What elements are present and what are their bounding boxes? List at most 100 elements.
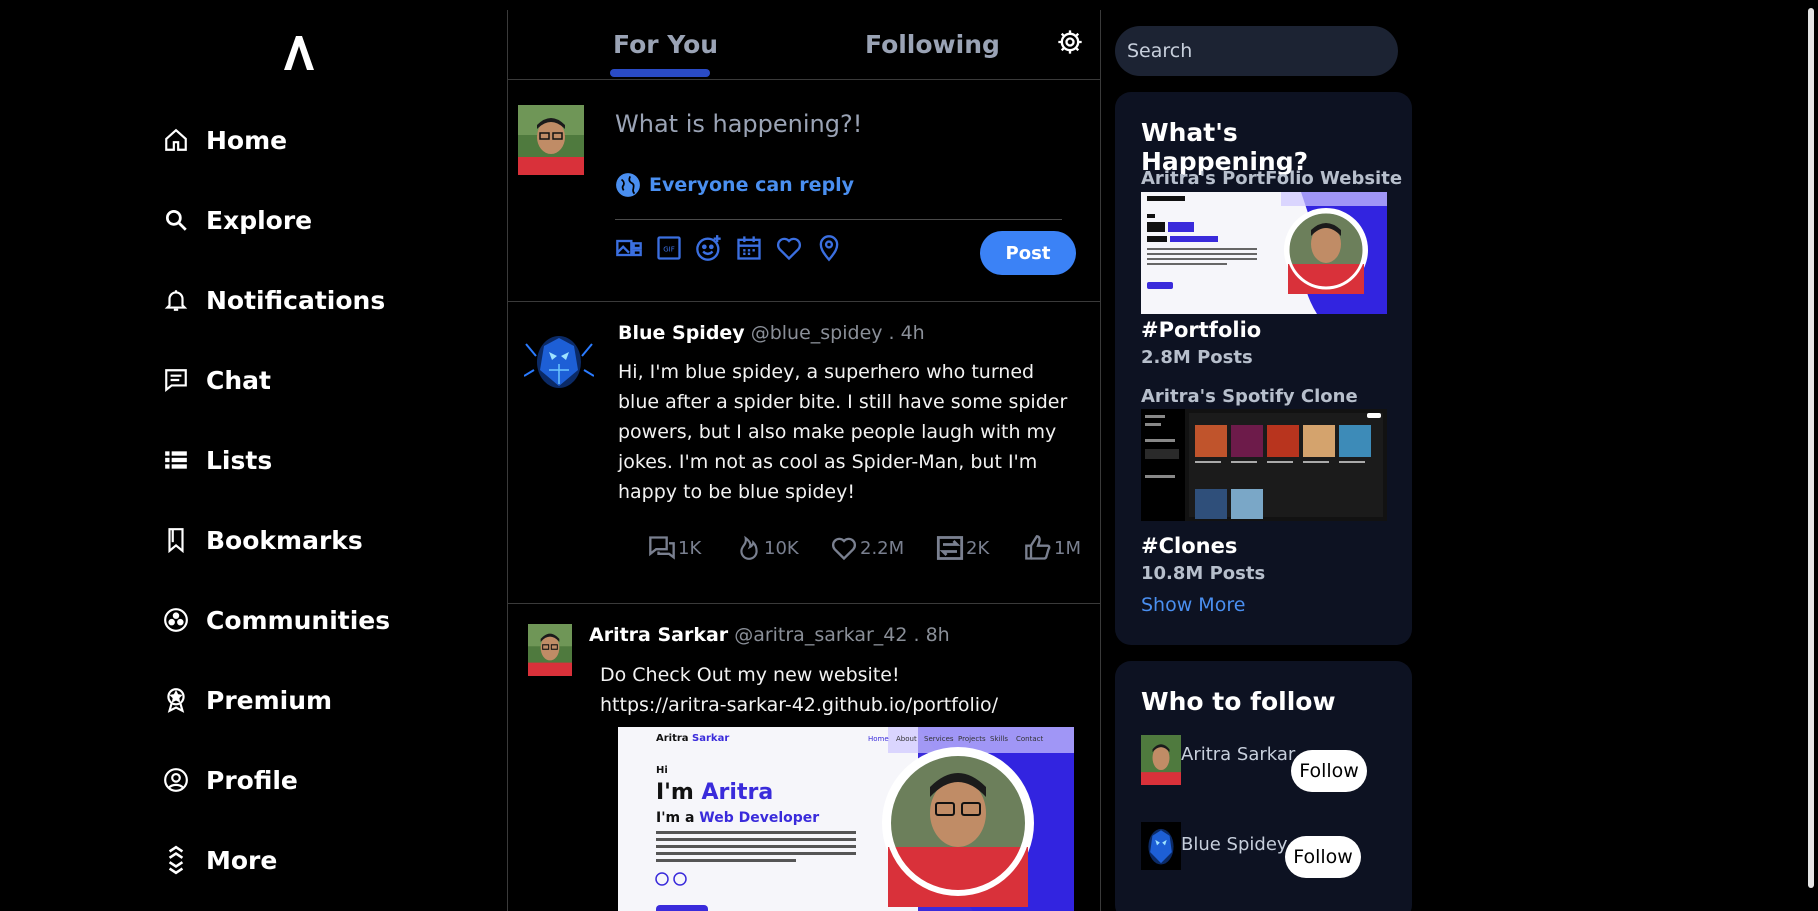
tab-following[interactable]: Following <box>865 30 1000 59</box>
scrollbar-thumb[interactable] <box>1808 8 1814 888</box>
tab-for-you[interactable]: For You <box>613 30 718 59</box>
link-preview-image[interactable]: Aritra Sarkar Home About Services Projec… <box>618 727 1074 911</box>
nav-label: Chat <box>206 365 271 395</box>
views-count: 10K <box>764 537 799 559</box>
avatar[interactable] <box>523 326 595 396</box>
follow-button[interactable]: Follow <box>1291 750 1367 792</box>
nav-label: Explore <box>206 205 313 235</box>
flame-icon <box>740 535 758 560</box>
trend-title[interactable]: Aritra's PortFolio Website <box>1141 168 1402 189</box>
tweet-text-line: Do Check Out my new website! <box>600 664 900 686</box>
premium-icon <box>160 684 192 716</box>
trend-title[interactable]: Aritra's Spotify Clone <box>1141 386 1358 407</box>
tweet-time: . 8h <box>913 624 950 646</box>
nav-item-lists[interactable]: Lists <box>160 420 390 500</box>
preview-nav-item: Services <box>924 735 954 743</box>
views-button[interactable]: 10K <box>736 534 830 562</box>
nav-item-communities[interactable]: Communities <box>160 580 390 660</box>
avatar[interactable] <box>528 624 572 676</box>
reply-icon <box>649 536 675 560</box>
preview-brand: Aritra Sarkar <box>656 733 729 744</box>
bookmark-icon <box>160 524 192 556</box>
tweet-author-name[interactable]: Blue Spidey <box>618 322 745 344</box>
emoji-icon[interactable] <box>695 234 723 262</box>
post-button[interactable]: Post <box>980 231 1076 275</box>
timeline: For You Following What is happening?! Ev… <box>507 10 1101 911</box>
tweet-author-name[interactable]: Aritra Sarkar <box>589 624 728 646</box>
nav-label: Premium <box>206 685 333 715</box>
preview-nav-item: Projects <box>958 735 986 743</box>
composer-toolbar: GIF <box>615 234 855 262</box>
who-to-follow-panel: Who to follow Aritra Sarkar Follow Blue … <box>1115 661 1412 911</box>
preview-subheading: I'm a Web Developer <box>656 810 819 826</box>
search-input[interactable]: Search <box>1115 26 1398 76</box>
globe-icon <box>616 173 640 197</box>
chat-icon <box>160 364 192 396</box>
nav-label: Communities <box>206 605 391 635</box>
nav-item-home[interactable]: Home <box>160 100 390 180</box>
trend-hashtag[interactable]: #Clones <box>1141 534 1237 558</box>
follow-button[interactable]: Follow <box>1285 836 1361 878</box>
upvote-count: 1M <box>1054 537 1081 559</box>
preview-nav-item: Contact <box>1016 735 1043 743</box>
preview-heading: I'm Aritra <box>656 780 773 805</box>
trend-post-count: 10.8M Posts <box>1141 563 1266 584</box>
reply-setting[interactable]: Everyone can reply <box>615 172 854 198</box>
list-icon <box>160 444 192 476</box>
bell-icon <box>160 284 192 316</box>
tweet-link[interactable]: https://aritra-sarkar-42.github.io/portf… <box>600 690 1080 720</box>
nav-label: Profile <box>206 765 298 795</box>
image-icon[interactable] <box>615 234 643 262</box>
compose-input[interactable]: What is happening?! <box>615 110 1055 138</box>
app-logo-icon[interactable] <box>280 32 316 72</box>
upvote-button[interactable]: 1M <box>1024 534 1081 562</box>
show-more-link[interactable]: Show More <box>1141 594 1245 616</box>
avatar[interactable] <box>518 105 584 175</box>
like-button[interactable]: 2.2M <box>830 534 936 562</box>
tweet-author-handle[interactable]: @aritra_sarkar_42 <box>734 624 907 646</box>
nav-item-notifications[interactable]: Notifications <box>160 260 390 340</box>
nav-item-explore[interactable]: Explore <box>160 180 390 260</box>
tweet-header: Blue Spidey @blue_spidey . 4h <box>618 322 925 344</box>
nav-label: Lists <box>206 445 273 475</box>
heart-icon[interactable] <box>775 234 803 262</box>
communities-icon <box>160 604 192 636</box>
nav-label: Home <box>206 125 288 155</box>
follow-suggestion-name[interactable]: Aritra Sarkar <box>1181 744 1295 765</box>
nav-item-more[interactable]: More <box>160 820 390 900</box>
avatar <box>1141 822 1181 870</box>
nav-item-profile[interactable]: Profile <box>160 740 390 820</box>
calendar-icon[interactable] <box>735 234 763 262</box>
sidebar-nav: Home Explore Notifications Chat Lists Bo… <box>160 100 390 900</box>
location-icon[interactable] <box>815 234 843 262</box>
gif-icon[interactable]: GIF <box>655 234 683 262</box>
nav-item-bookmarks[interactable]: Bookmarks <box>160 500 390 580</box>
tweet[interactable]: Blue Spidey @blue_spidey . 4h Hi, I'm bl… <box>508 302 1100 604</box>
tweet[interactable]: Aritra Sarkar @aritra_sarkar_42 . 8h Do … <box>508 604 1100 911</box>
profile-icon <box>160 764 192 796</box>
trend-post-count: 2.8M Posts <box>1141 347 1253 368</box>
follow-suggestion-name[interactable]: Blue Spidey <box>1181 834 1288 855</box>
trend-hashtag[interactable]: #Portfolio <box>1141 318 1261 342</box>
trend-image[interactable] <box>1141 192 1387 314</box>
reply-button[interactable]: 1K <box>648 534 736 562</box>
svg-text:GIF: GIF <box>663 246 675 254</box>
follow-suggestion[interactable]: Aritra Sarkar <box>1141 735 1295 785</box>
preview-nav-item: About <box>896 735 917 743</box>
gear-icon[interactable] <box>1056 28 1084 56</box>
tweet-header: Aritra Sarkar @aritra_sarkar_42 . 8h <box>589 624 950 646</box>
tweet-author-handle[interactable]: @blue_spidey <box>751 322 883 344</box>
nav-item-chat[interactable]: Chat <box>160 340 390 420</box>
nav-item-premium[interactable]: Premium <box>160 660 390 740</box>
follow-suggestion[interactable]: Blue Spidey <box>1141 822 1288 870</box>
page-scrollbar[interactable] <box>1804 0 1818 911</box>
home-icon <box>160 124 192 156</box>
preview-nav-item: Home <box>868 735 889 743</box>
tweet-text: Do Check Out my new website! https://ari… <box>600 660 1080 720</box>
whats-happening-panel: What's Happening? Aritra's PortFolio Web… <box>1115 92 1412 645</box>
trend-image[interactable] <box>1141 409 1387 521</box>
tweet-actions: 1K 10K 2.2M 2K 1M <box>648 534 1081 562</box>
timeline-tabs: For You Following <box>508 10 1100 80</box>
active-tab-indicator <box>610 69 710 77</box>
retweet-button[interactable]: 2K <box>936 534 1024 562</box>
